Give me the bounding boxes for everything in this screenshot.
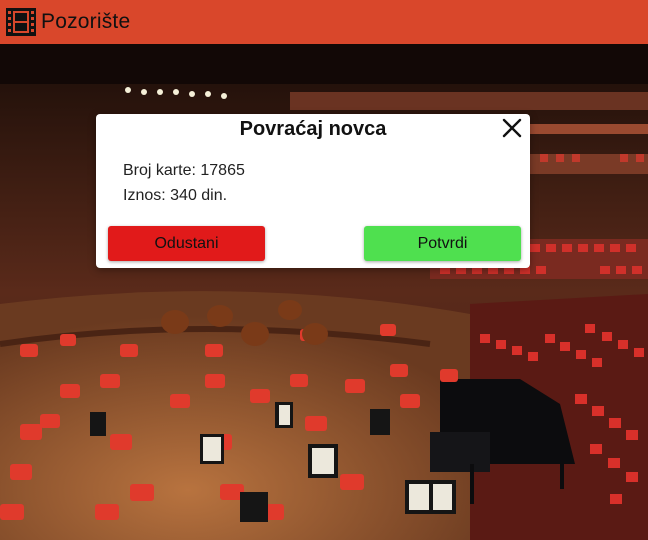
cancel-button[interactable]: Odustani — [108, 226, 265, 261]
dialog-title: Povraćaj novca — [239, 118, 387, 140]
amount-label: Iznos: — [123, 187, 166, 204]
confirm-button[interactable]: Potvrdi — [364, 226, 521, 261]
app-title: Pozorište — [41, 10, 131, 33]
amount-value: 340 din. — [170, 187, 228, 204]
refund-dialog: Povraćaj novca Broj karte: 17865 Iznos: … — [96, 114, 530, 268]
ticket-number-label: Broj karte: — [123, 162, 196, 179]
amount-row: Iznos: 340 din. — [123, 187, 227, 205]
ticket-number-row: Broj karte: 17865 — [123, 162, 245, 180]
app-header: Pozorište — [0, 0, 648, 44]
close-icon[interactable] — [500, 116, 524, 140]
film-strip-icon — [6, 8, 36, 36]
ticket-number-value: 17865 — [200, 162, 245, 179]
